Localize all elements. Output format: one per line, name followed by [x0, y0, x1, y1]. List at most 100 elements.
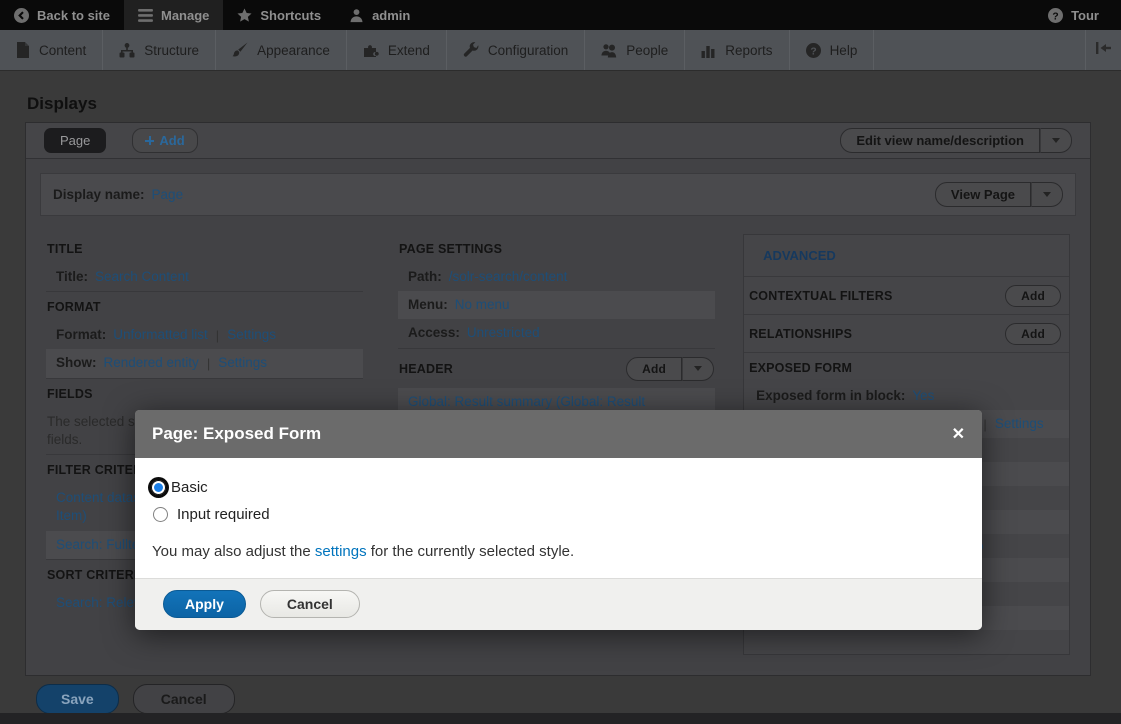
- header-add-dropdown[interactable]: [682, 357, 714, 381]
- menu-item-help[interactable]: ? Help: [790, 30, 875, 70]
- toolbar-item-manage[interactable]: Manage: [124, 0, 223, 30]
- format-settings-link[interactable]: Settings: [227, 326, 276, 344]
- exposed-form-settings-link[interactable]: Settings: [995, 415, 1044, 433]
- menu-item-reports[interactable]: Reports: [685, 30, 789, 70]
- back-arrow-icon: [14, 8, 29, 23]
- close-icon[interactable]: ✕: [952, 424, 965, 444]
- menu-item-appearance[interactable]: Appearance: [216, 30, 347, 70]
- section-page-settings: PAGE SETTINGS Path: /solr-search/content…: [398, 234, 715, 348]
- exposed-form-block-link[interactable]: Yes: [912, 387, 934, 405]
- contextual-filters-add-button[interactable]: Add: [1005, 285, 1061, 307]
- menu-label: Structure: [144, 43, 199, 58]
- edit-view-name-button[interactable]: Edit view name/description: [840, 128, 1040, 153]
- section-header-contextual-filters: CONTEXTUAL FILTERS Add: [744, 276, 1069, 314]
- edit-view-name-dropdown[interactable]: [1040, 128, 1072, 153]
- save-button[interactable]: Save: [36, 684, 119, 714]
- format-value-link[interactable]: Unformatted list: [113, 326, 208, 344]
- view-page-dropdown[interactable]: [1031, 182, 1063, 207]
- tab-page-display[interactable]: Page: [44, 128, 106, 153]
- chevron-down-icon: [1052, 138, 1060, 143]
- display-tabs-row: Page Add Edit view name/description: [26, 123, 1090, 159]
- format-row: Format: Unformatted list | Settings: [46, 321, 363, 349]
- section-header-format: FORMAT: [46, 291, 363, 321]
- toolbar-item-shortcuts[interactable]: Shortcuts: [223, 0, 335, 30]
- relationships-label: RELATIONSHIPS: [749, 327, 852, 341]
- menu-label: Help: [830, 43, 858, 58]
- section-header-title: TITLE: [46, 234, 363, 263]
- modal-note: You may also adjust the settings for the…: [152, 543, 966, 560]
- menu-label: Appearance: [257, 43, 330, 58]
- svg-text:?: ?: [1052, 11, 1058, 22]
- star-icon: [237, 8, 252, 23]
- menu-item-extend[interactable]: Extend: [347, 30, 447, 70]
- tour-label: Tour: [1071, 8, 1099, 23]
- advanced-toggle[interactable]: ADVANCED: [744, 235, 1069, 276]
- toolbar-item-admin[interactable]: admin: [335, 0, 424, 30]
- section-header-header: HEADER Add: [398, 348, 715, 388]
- menu-item-people[interactable]: People: [585, 30, 685, 70]
- chevron-down-icon: [1043, 192, 1051, 197]
- path-value-link[interactable]: /solr-search/content: [449, 268, 568, 286]
- note-text-before: You may also adjust the: [152, 543, 315, 560]
- question-circle-icon: ?: [1048, 8, 1063, 23]
- radio-input-required[interactable]: [153, 507, 168, 522]
- view-page-button[interactable]: View Page: [935, 182, 1031, 207]
- settings-link[interactable]: settings: [315, 543, 367, 560]
- back-to-site-label: Back to site: [37, 8, 110, 23]
- radio-basic-label[interactable]: Basic: [171, 479, 208, 496]
- path-row: Path: /solr-search/content: [398, 263, 715, 291]
- puzzle-icon: [363, 43, 379, 58]
- show-label: Show:: [56, 354, 97, 372]
- add-display-label: Add: [159, 133, 184, 148]
- menu-item-content[interactable]: Content: [0, 30, 103, 70]
- admin-label: admin: [372, 8, 410, 23]
- modal-cancel-button[interactable]: Cancel: [260, 590, 360, 618]
- wrench-icon: [463, 42, 479, 58]
- title-value-link[interactable]: Search Content: [95, 268, 189, 286]
- modal-footer: Apply Cancel: [135, 578, 982, 630]
- radio-basic[interactable]: [151, 480, 166, 495]
- modal-body: Basic Input required You may also adjust…: [135, 458, 982, 578]
- cancel-button[interactable]: Cancel: [133, 684, 235, 714]
- form-actions: Save Cancel: [36, 684, 235, 714]
- menu-item-configuration[interactable]: Configuration: [447, 30, 585, 70]
- admin-menu-tray: Content Structure Appearance Extend Conf…: [0, 30, 1121, 71]
- relationships-add-button[interactable]: Add: [1005, 323, 1061, 345]
- menu-label: Reports: [725, 43, 772, 58]
- back-to-site-button[interactable]: Back to site: [0, 0, 124, 30]
- separator: |: [207, 355, 210, 373]
- radio-row-basic: Basic: [148, 479, 966, 496]
- show-settings-link[interactable]: Settings: [218, 354, 267, 372]
- modal-header: Page: Exposed Form ✕: [135, 410, 982, 458]
- shortcuts-label: Shortcuts: [260, 8, 321, 23]
- edit-view-name-button-group: Edit view name/description: [840, 128, 1072, 153]
- format-label: Format:: [56, 326, 106, 344]
- toolbar-collapse-button[interactable]: [1085, 30, 1121, 70]
- separator: |: [216, 327, 219, 345]
- menu-label: Configuration: [488, 43, 568, 58]
- header-add-button[interactable]: Add: [626, 357, 682, 381]
- menu-item-structure[interactable]: Structure: [103, 30, 216, 70]
- section-format: FORMAT Format: Unformatted list | Settin…: [46, 291, 363, 377]
- display-name-link[interactable]: Page: [152, 187, 184, 202]
- exposed-form-block-row: Exposed form in block: Yes: [744, 382, 1069, 410]
- add-display-button[interactable]: Add: [132, 128, 197, 153]
- user-icon: [349, 8, 364, 23]
- display-name-label: Display name:: [53, 187, 145, 202]
- collapse-arrow-icon: [1095, 41, 1112, 60]
- access-row: Access: Unrestricted: [398, 319, 715, 347]
- section-header-exposed-form: EXPOSED FORM: [744, 352, 1069, 382]
- show-value-link[interactable]: Rendered entity: [104, 354, 199, 372]
- radio-input-required-label[interactable]: Input required: [177, 506, 270, 523]
- section-relationships: RELATIONSHIPS Add: [744, 314, 1069, 352]
- tour-button[interactable]: ? Tour: [1034, 0, 1121, 30]
- tray-spacer: [874, 30, 1085, 70]
- toolbar-spacer: [424, 0, 1034, 30]
- apply-button[interactable]: Apply: [163, 590, 246, 618]
- hamburger-icon: [138, 9, 153, 22]
- show-row: Show: Rendered entity | Settings: [46, 349, 363, 377]
- menu-value-link[interactable]: No menu: [455, 296, 510, 314]
- section-header-page-settings: PAGE SETTINGS: [398, 234, 715, 263]
- access-value-link[interactable]: Unrestricted: [467, 324, 540, 342]
- section-title: TITLE Title: Search Content: [46, 234, 363, 291]
